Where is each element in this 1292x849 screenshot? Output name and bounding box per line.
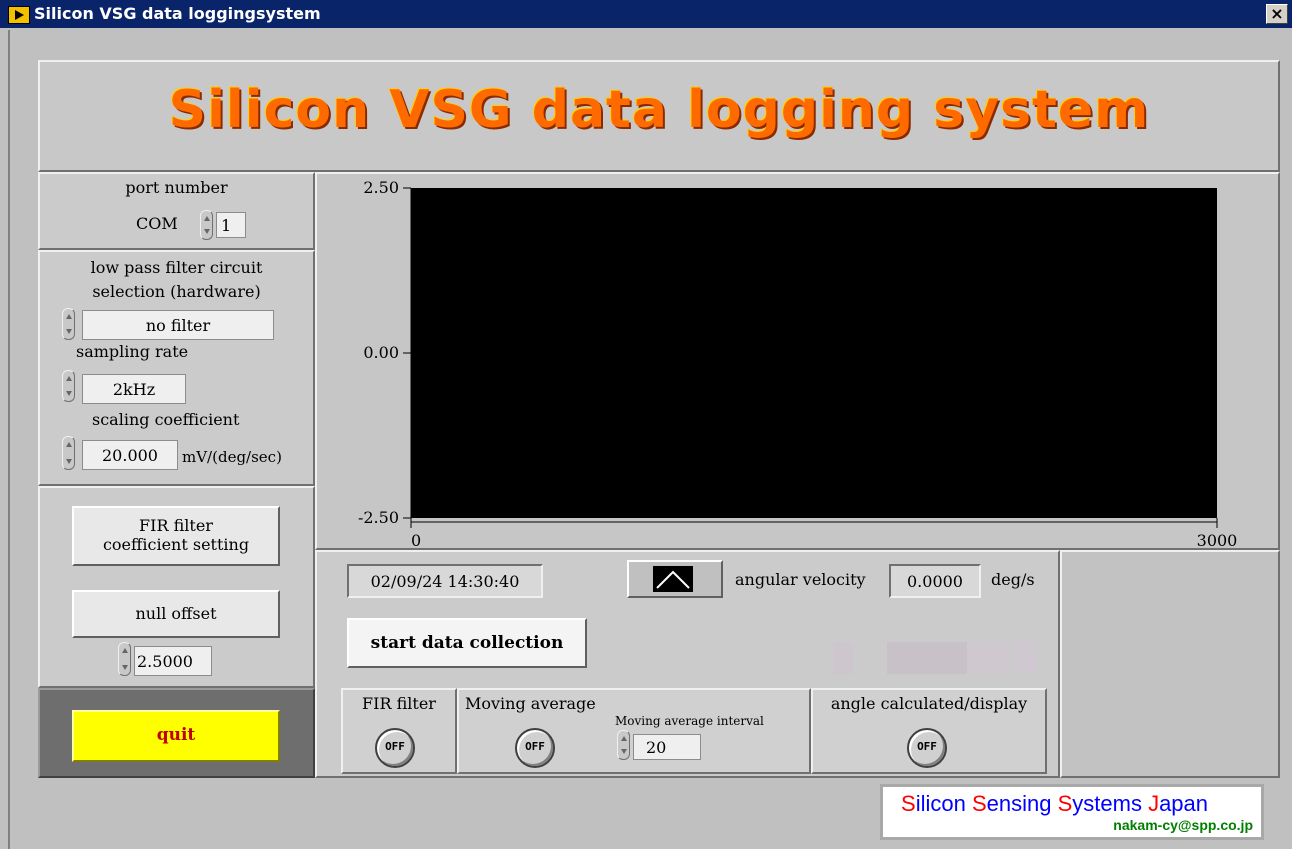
- port-field[interactable]: 1: [216, 212, 246, 238]
- blank-panel: [1060, 550, 1280, 778]
- y-tick-label: 0.00: [363, 343, 399, 362]
- window-title: Silicon VSG data loggingsystem: [34, 4, 321, 23]
- logo-word1-rest: ilicon: [915, 791, 972, 816]
- angle-toggle-button[interactable]: OFF: [907, 728, 947, 768]
- x-tick-label: 0: [411, 531, 421, 548]
- fir-coefficient-button[interactable]: FIR filter coefficient setting: [72, 506, 280, 566]
- moving-average-toggle[interactable]: OFF: [515, 728, 555, 768]
- datetime-display: 02/09/24 14:30:40: [347, 564, 543, 598]
- app-icon: [8, 6, 30, 24]
- angular-velocity-value: 0.0000: [889, 564, 981, 598]
- faded-indicator: [1015, 642, 1037, 674]
- sampling-label: sampling rate: [76, 342, 189, 361]
- fir-button-line2: coefficient setting: [102, 535, 250, 554]
- moving-average-interval-label: Moving average interval: [615, 714, 764, 728]
- scaling-label: scaling coefficient: [92, 410, 240, 429]
- faded-indicator: [833, 642, 853, 674]
- logo-email: nakam-cy@spp.co.jp: [1113, 817, 1253, 833]
- y-tick-label: 2.50: [363, 178, 399, 197]
- fir-option-panel: FIR filter OFF: [341, 688, 457, 774]
- angular-velocity-label: angular velocity: [735, 570, 866, 589]
- logo-text: Silicon Sensing Systems Japan: [901, 791, 1209, 816]
- x-tick-label: 3000: [1197, 531, 1238, 548]
- filter-select[interactable]: no filter: [82, 310, 274, 340]
- null-offset-spinner[interactable]: [118, 642, 131, 676]
- graph-mode-button[interactable]: [627, 560, 723, 598]
- filter-label-1: low pass filter circuit: [90, 258, 263, 277]
- port-label: port number: [125, 178, 228, 197]
- angle-panel: angle calculated/display OFF: [811, 688, 1047, 774]
- moving-average-panel: Moving average OFF Moving average interv…: [457, 688, 811, 774]
- fir-null-panel: FIR filter coefficient setting null offs…: [38, 486, 315, 688]
- port-spinner[interactable]: [200, 210, 213, 240]
- moving-average-label: Moving average: [465, 694, 596, 713]
- angular-velocity-unit: deg/s: [991, 570, 1035, 589]
- control-panel: 02/09/24 14:30:40 angular velocity 0.000…: [315, 550, 1060, 778]
- scaling-spinner[interactable]: [62, 436, 75, 470]
- fir-option-label: FIR filter: [362, 694, 436, 713]
- company-logo: Silicon Sensing Systems Japan nakam-cy@s…: [880, 784, 1264, 840]
- title-bar: Silicon VSG data loggingsystem ×: [0, 0, 1292, 28]
- start-data-collection-button[interactable]: start data collection: [347, 618, 587, 668]
- waveform-chart: 2.50 0.00 -2.50 0 3000: [358, 178, 1238, 548]
- filter-label-2: selection (hardware): [92, 282, 261, 301]
- chart-panel: 2.50 0.00 -2.50 0 3000: [315, 172, 1280, 550]
- scaling-field[interactable]: 20.000: [82, 440, 178, 470]
- port-panel: port number COM 1: [38, 172, 315, 250]
- banner-title: Silicon VSG data logging system: [168, 80, 1150, 140]
- close-button[interactable]: ×: [1266, 4, 1288, 24]
- y-tick-label: -2.50: [358, 508, 399, 527]
- faded-indicator: [887, 642, 967, 674]
- null-offset-field[interactable]: 2.5000: [134, 646, 212, 676]
- fir-toggle-button[interactable]: OFF: [375, 728, 415, 768]
- sampling-select[interactable]: 2kHz: [82, 374, 186, 404]
- quit-button[interactable]: quit: [72, 710, 280, 762]
- null-offset-button[interactable]: null offset: [72, 590, 280, 638]
- banner-panel: Silicon VSG data logging system: [38, 60, 1280, 172]
- plot-area: [411, 188, 1217, 518]
- sampling-spinner[interactable]: [62, 370, 75, 402]
- com-prefix: COM: [136, 214, 178, 233]
- moving-average-interval-spinner[interactable]: [617, 730, 630, 760]
- triangle-wave-icon: [653, 566, 693, 592]
- quit-panel: quit: [38, 688, 315, 778]
- moving-average-interval-field[interactable]: 20: [633, 734, 701, 760]
- faded-indicator: [969, 642, 1009, 674]
- fir-button-line1: FIR filter: [139, 516, 213, 535]
- angle-label: angle calculated/display: [830, 694, 1028, 713]
- filter-spinner[interactable]: [62, 308, 75, 340]
- scaling-unit: mV/(deg/sec): [182, 448, 282, 466]
- settings-panel: low pass filter circuit selection (hardw…: [38, 250, 315, 486]
